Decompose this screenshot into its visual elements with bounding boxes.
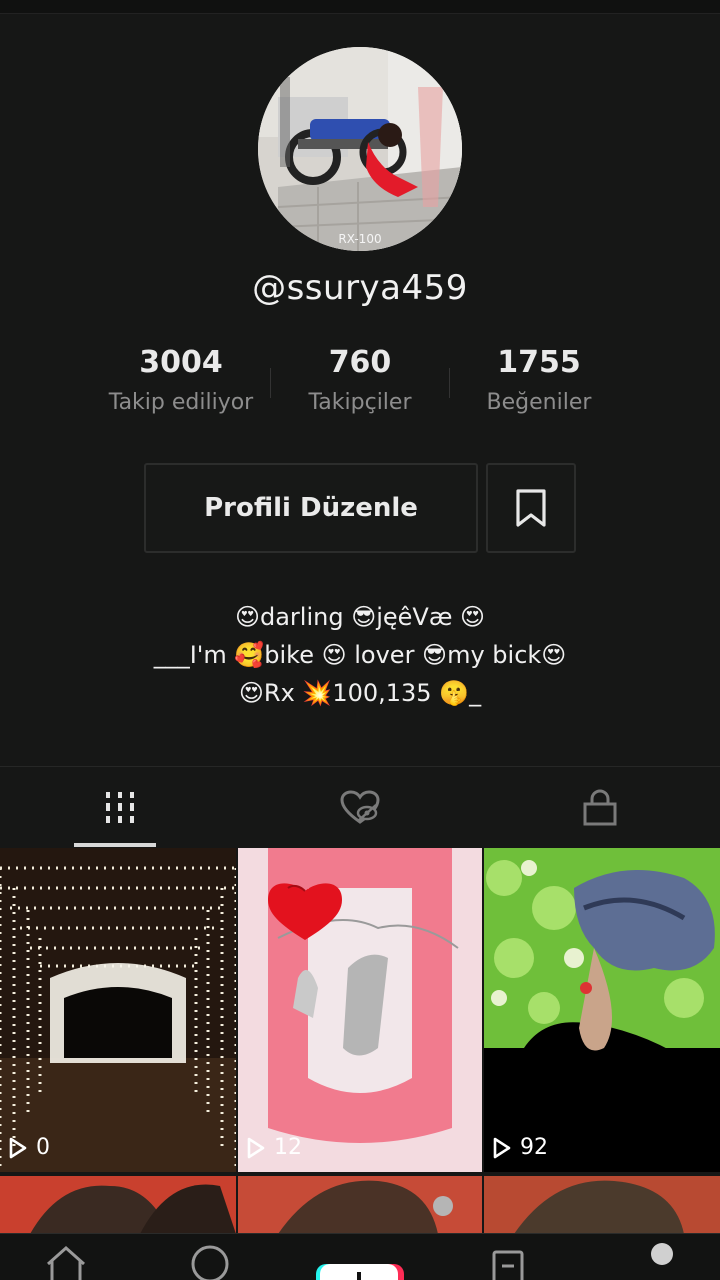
edit-profile-button[interactable]: Profili Düzenle	[144, 463, 478, 553]
stat-following-count: 3004	[139, 345, 223, 380]
bookmark-icon	[516, 489, 546, 527]
bio: 😍darling 😎jęêVæ 😍 ___I'm 🥰bike 😍 lover 😎…	[0, 598, 720, 712]
stat-likes-count: 1755	[497, 345, 581, 380]
stat-following[interactable]: 3004 Takip ediliyor	[91, 345, 271, 415]
stat-likes-label: Beğeniler	[486, 390, 592, 415]
bio-line: ___I'm 🥰bike 😍 lover 😎my bick😍	[153, 641, 567, 669]
avatar[interactable]	[258, 47, 462, 251]
view-count-value: 0	[36, 1135, 50, 1160]
view-count: 12	[246, 1135, 302, 1160]
create-icon	[316, 1264, 404, 1280]
status-bar	[0, 0, 720, 14]
play-icon	[247, 1137, 265, 1158]
video-thumbnail[interactable]: 0	[0, 848, 236, 1172]
username: @ssurya459	[252, 268, 468, 308]
view-count-value: 92	[520, 1135, 548, 1160]
lock-icon	[583, 789, 617, 826]
video-thumbnail[interactable]	[238, 1176, 482, 1234]
play-icon	[9, 1137, 27, 1158]
profile-icon	[651, 1243, 673, 1265]
video-thumbnail[interactable]: 12	[238, 848, 482, 1172]
avatar-caption: RX-100	[338, 232, 382, 246]
tab-liked[interactable]	[240, 767, 480, 847]
stat-likes[interactable]: 1755 Beğeniler	[449, 345, 629, 415]
bookmark-button[interactable]	[486, 463, 576, 553]
nav-profile[interactable]	[624, 1242, 684, 1280]
nav-discover[interactable]	[180, 1242, 240, 1280]
grid-bars-icon	[106, 792, 134, 823]
stat-followers-count: 760	[328, 345, 392, 380]
stat-followers-label: Takipçiler	[308, 390, 412, 415]
profile-screen: RX-100 @ssurya459 3004 Takip ediliyor 76…	[0, 0, 720, 1280]
view-count-value: 12	[274, 1135, 302, 1160]
bottom-navigation	[0, 1233, 720, 1280]
video-thumbnail[interactable]	[0, 1176, 236, 1234]
nav-home[interactable]	[36, 1242, 96, 1280]
play-icon	[493, 1137, 511, 1158]
nav-create[interactable]	[314, 1242, 406, 1280]
stat-followers[interactable]: 760 Takipçiler	[270, 345, 450, 415]
bio-line: 😍darling 😎jęêVæ 😍	[234, 603, 486, 631]
active-tab-indicator	[74, 843, 156, 847]
nav-inbox[interactable]	[478, 1242, 538, 1280]
inbox-icon	[492, 1250, 524, 1280]
stat-following-label: Takip ediliyor	[108, 390, 254, 415]
view-count: 92	[492, 1135, 548, 1160]
home-icon	[47, 1245, 85, 1280]
tab-private[interactable]	[480, 767, 720, 847]
bio-line: 😍Rx 💥100,135 🤫_	[238, 679, 482, 707]
video-thumbnail[interactable]: 92	[484, 848, 720, 1172]
hidden-heart-icon	[340, 790, 380, 824]
video-thumbnail[interactable]	[484, 1176, 720, 1234]
tab-videos[interactable]	[0, 767, 240, 847]
profile-tabs	[0, 766, 720, 848]
discover-icon	[191, 1245, 229, 1280]
view-count: 0	[8, 1135, 50, 1160]
